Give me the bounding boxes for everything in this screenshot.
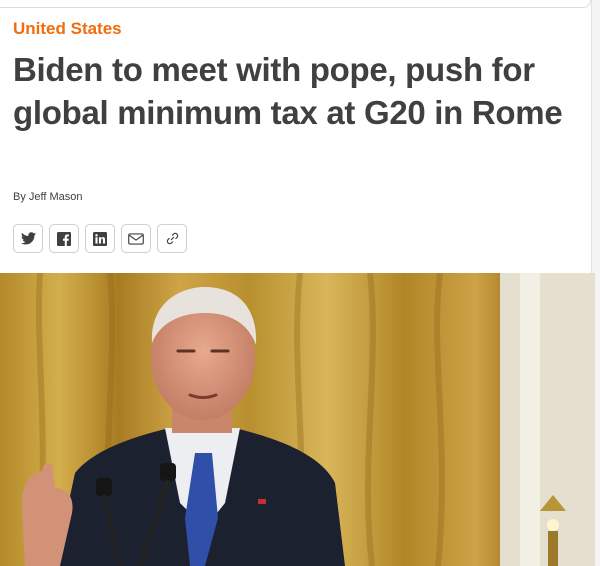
share-linkedin-button[interactable] [85,224,115,253]
share-facebook-button[interactable] [49,224,79,253]
top-bar [0,0,591,8]
byline[interactable]: By Jeff Mason [13,191,83,203]
share-email-button[interactable] [121,224,151,253]
article-photo [0,273,595,566]
article-headline: Biden to meet with pope, push for global… [13,51,563,131]
facebook-icon [57,231,71,246]
link-icon [166,232,178,245]
linkedin-icon [93,231,107,246]
twitter-icon [20,232,36,245]
hero-image[interactable] [0,273,595,566]
share-bar [13,224,187,253]
email-icon [128,232,144,245]
share-link-button[interactable] [157,224,187,253]
category-link[interactable]: United States [13,19,122,39]
share-twitter-button[interactable] [13,224,43,253]
